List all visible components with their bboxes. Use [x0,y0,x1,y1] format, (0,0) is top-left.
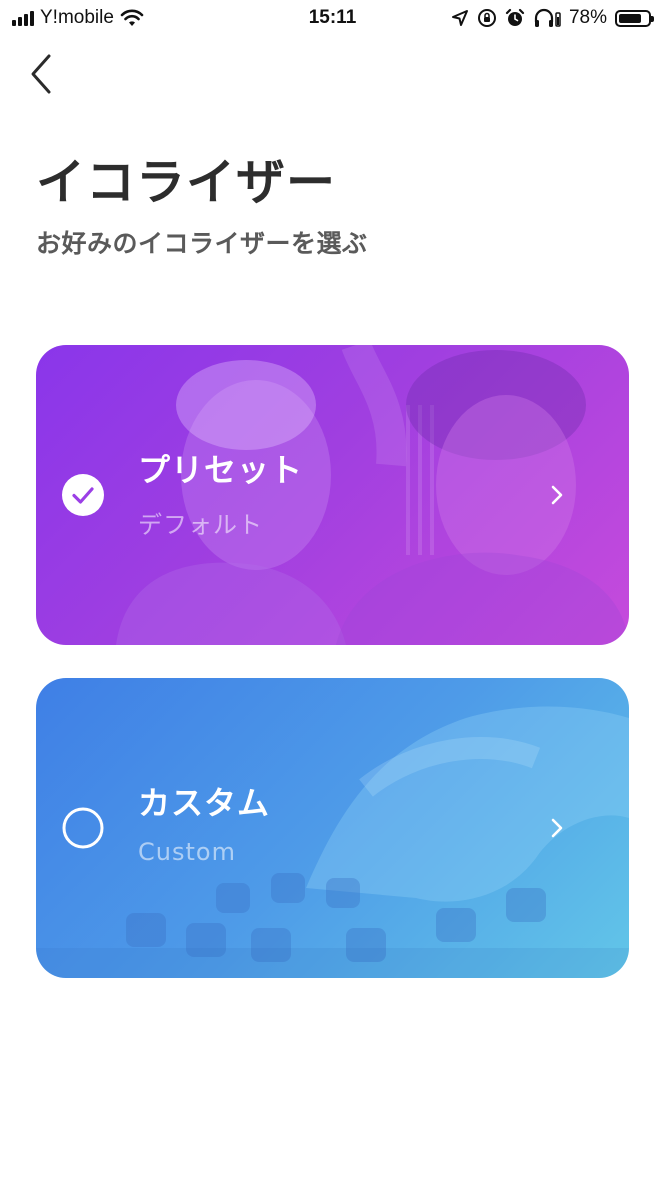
chevron-right-icon [551,485,563,505]
empty-circle-icon [62,807,104,849]
battery-percent: 78% [568,7,607,28]
check-circle-icon [62,474,104,516]
battery-fill [619,13,641,23]
chevron-left-icon [31,54,51,94]
status-bar: Y!mobile 15:11 78% [0,0,665,40]
back-button[interactable] [26,52,60,96]
custom-option-card[interactable]: カスタム Custom [36,678,629,978]
alarm-icon [505,8,525,26]
status-bar-right: 78% [451,7,654,29]
option-title: プリセット [138,451,304,489]
page-subtitle: お好みのイコライザーを選ぶ [36,229,368,258]
preset-option-card[interactable]: プリセット デフォルト [36,345,629,645]
page-title: イコライザー [36,154,337,211]
battery-icon [615,9,654,27]
people-photo [116,345,629,645]
headphones-icon [534,8,561,27]
orientation-lock-icon [477,9,496,27]
mixer-photo [36,706,629,978]
option-subtitle: デフォルト [138,511,263,539]
location-icon [451,10,468,26]
chevron-right-icon [551,818,563,838]
option-title: カスタム [138,784,271,822]
option-subtitle: Custom [138,838,236,866]
